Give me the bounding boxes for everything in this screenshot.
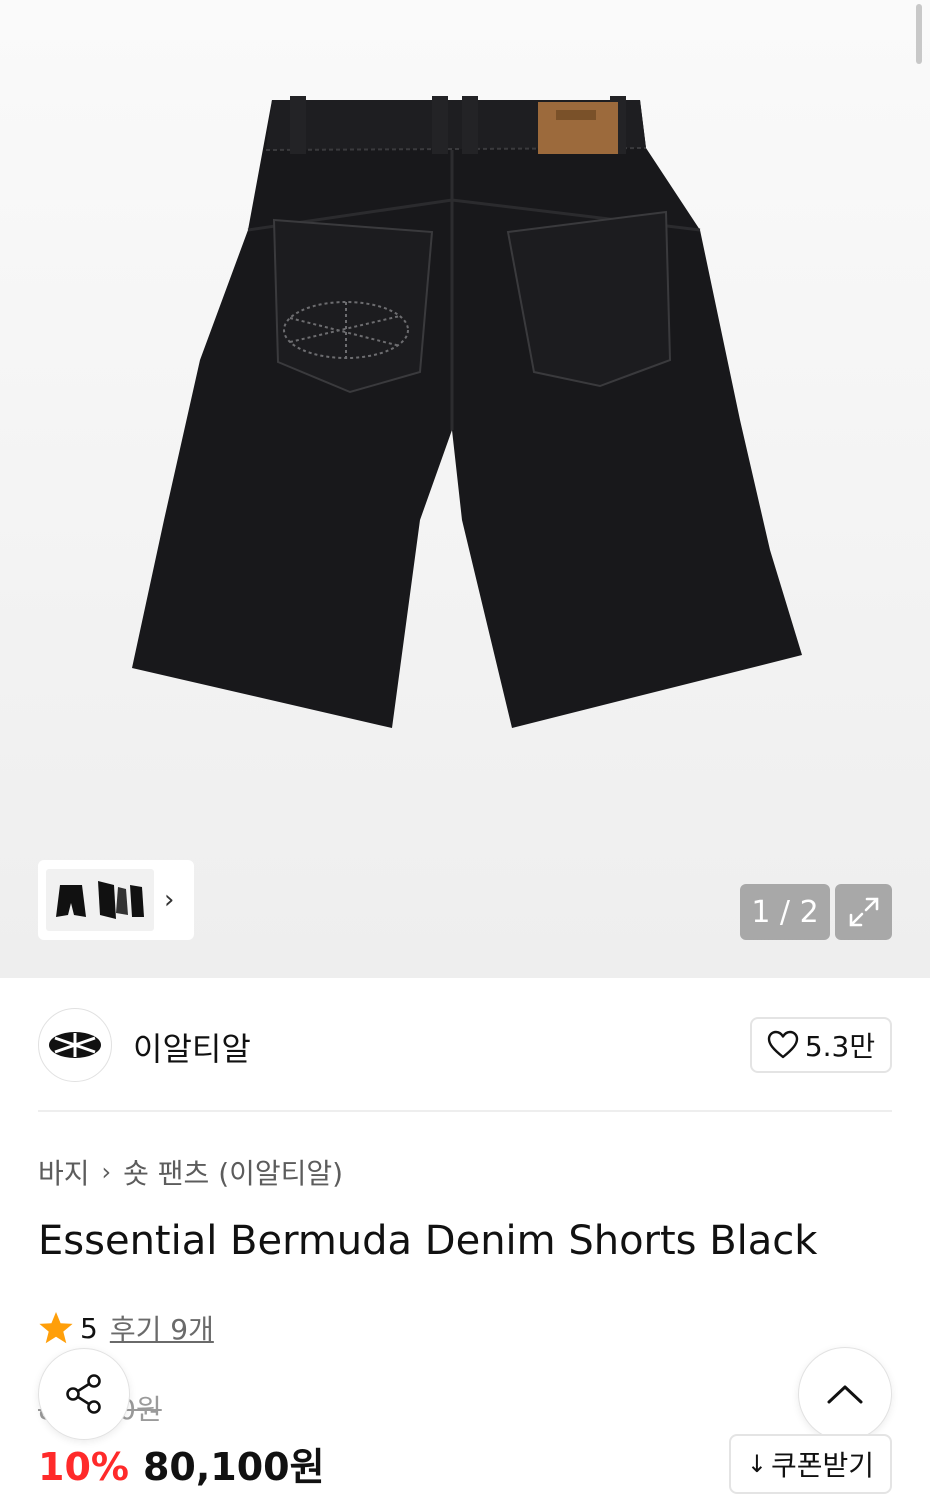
fullscreen-button[interactable] bbox=[835, 884, 892, 940]
brand-logo[interactable] bbox=[38, 1008, 112, 1082]
like-count: 5.3만 bbox=[804, 1030, 876, 1063]
breadcrumb-subcategory[interactable]: 숏 팬츠 (이알티알) bbox=[123, 1152, 343, 1192]
image-counter: 1 / 2 bbox=[740, 884, 830, 940]
breadcrumb: 바지 › 숏 팬츠 (이알티알) bbox=[38, 1152, 343, 1192]
brand-logo-icon bbox=[49, 1032, 101, 1058]
product-gallery[interactable]: › 1 / 2 bbox=[0, 0, 930, 978]
discount-rate: 10% bbox=[38, 1445, 129, 1489]
expand-icon bbox=[849, 897, 878, 927]
chevron-right-icon[interactable]: › bbox=[164, 885, 174, 915]
breadcrumb-category[interactable]: 바지 bbox=[38, 1152, 90, 1192]
coupon-button[interactable]: ↓ 쿠폰받기 bbox=[729, 1434, 892, 1494]
divider bbox=[38, 1110, 892, 1112]
rating: 5 후기 9개 bbox=[38, 1308, 214, 1348]
review-link[interactable]: 후기 9개 bbox=[110, 1308, 214, 1348]
coupon-label: 쿠폰받기 bbox=[771, 1449, 875, 1482]
scrollbar-thumb[interactable] bbox=[916, 4, 922, 64]
sale-price: 80,100원 bbox=[142, 1445, 325, 1489]
share-icon bbox=[66, 1374, 101, 1414]
like-button[interactable]: 5.3만 bbox=[750, 1017, 892, 1073]
rating-score: 5 bbox=[80, 1311, 98, 1345]
chevron-right-icon: › bbox=[101, 1158, 112, 1186]
star-icon bbox=[39, 1312, 73, 1344]
thumbnail-strip[interactable]: › bbox=[38, 860, 194, 940]
product-title: Essential Bermuda Denim Shorts Black bbox=[38, 1218, 818, 1264]
heart-icon bbox=[767, 1030, 799, 1059]
brand-name[interactable]: 이알티알 bbox=[133, 1024, 251, 1070]
share-button[interactable] bbox=[38, 1348, 130, 1440]
brand-row: 이알티알 5.3만 bbox=[38, 1006, 892, 1084]
download-icon: ↓ bbox=[746, 1450, 768, 1478]
sale-price-row: 10% 80,100원 bbox=[38, 1436, 325, 1491]
scroll-top-button[interactable] bbox=[798, 1347, 892, 1441]
chevron-up-icon bbox=[827, 1385, 863, 1404]
thumbnail-item[interactable] bbox=[46, 869, 154, 931]
product-image bbox=[132, 96, 802, 728]
thumbnail-image bbox=[56, 881, 144, 919]
